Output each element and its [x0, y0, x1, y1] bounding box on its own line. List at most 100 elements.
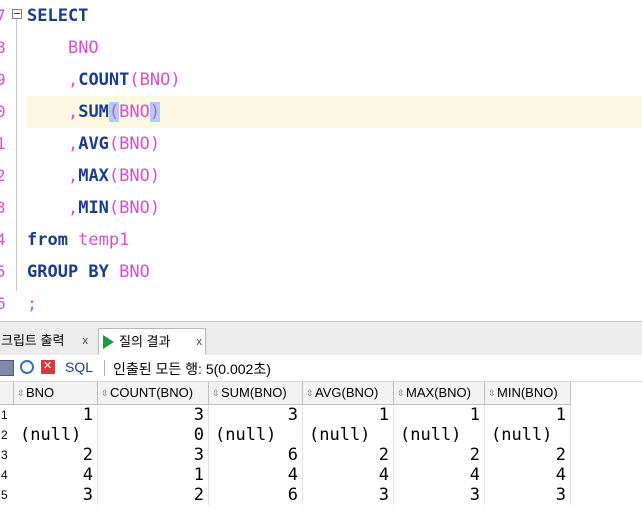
table-row[interactable]: 4414444	[0, 465, 572, 485]
table-cell[interactable]: 4	[394, 465, 485, 485]
table-cell[interactable]: 6	[209, 485, 303, 505]
tab-query-result[interactable]: 질의 결과 x	[98, 328, 206, 355]
table-cell[interactable]: (null)	[485, 425, 571, 445]
table-cell[interactable]: 3	[394, 485, 485, 505]
tab-script-output[interactable]: 크립트 출력 x	[0, 328, 91, 354]
table-cell[interactable]: 0	[98, 425, 209, 445]
column-header[interactable]: ⇳ MIN(BNO)	[485, 382, 571, 405]
sql-token: (BNO)	[108, 166, 161, 186]
sort-icon[interactable]: ⇳	[397, 382, 405, 404]
table-cell[interactable]: 4	[14, 465, 98, 485]
table-cell[interactable]: 2	[394, 445, 485, 465]
sql-token: temp1	[67, 230, 130, 250]
tab-query-result-label: 질의 결과	[119, 334, 171, 349]
table-cell[interactable]: (null)	[14, 425, 98, 445]
sql-keyword: from	[27, 230, 68, 250]
table-cell[interactable]: 1	[98, 465, 209, 485]
table-row[interactable]: 2 (null) 0 (null) (null) (null) (null)	[0, 425, 572, 445]
table-cell[interactable]: 4	[485, 465, 571, 485]
sort-icon[interactable]: ⇳	[306, 382, 314, 404]
sql-keyword: AVG	[78, 134, 109, 154]
table-cell[interactable]: 4	[209, 465, 303, 485]
table-cell[interactable]: (null)	[303, 425, 394, 445]
sort-icon[interactable]: ⇳	[101, 382, 109, 404]
cancel-icon[interactable]	[41, 359, 55, 374]
column-header-label: BNO	[26, 385, 55, 400]
column-header-label: MAX(BNO)	[406, 385, 471, 400]
sql-token: ,	[67, 134, 79, 154]
sql-token: ,	[67, 198, 79, 218]
sql-keyword: GROUP BY	[27, 262, 109, 282]
toolbar-divider	[104, 360, 105, 376]
line-number: 6	[0, 294, 6, 313]
code-line: ,SUM(BNO)	[27, 96, 161, 128]
column-header[interactable]: ⇳ SUM(BNO)	[209, 382, 303, 405]
column-header-label: AVG(BNO)	[315, 385, 379, 400]
sql-token: (BNO)	[108, 198, 161, 218]
column-header[interactable]: ⇳ COUNT(BNO)	[98, 382, 209, 405]
table-cell[interactable]: 2	[485, 445, 571, 465]
fold-toggle-icon[interactable]	[12, 9, 22, 19]
table-cell[interactable]: 3	[14, 485, 98, 505]
table-cell[interactable]: 4	[303, 465, 394, 485]
table-row[interactable]: 5326333	[0, 485, 572, 505]
row-number-header	[0, 382, 14, 405]
line-number: 1	[0, 134, 6, 153]
code-line: ,AVG(BNO)	[27, 128, 160, 160]
table-cell[interactable]: 1	[394, 405, 485, 425]
sql-button[interactable]: SQL	[65, 359, 93, 375]
line-number-gutter: 7 8 9 0 1 2 3 4 5 6	[0, 0, 9, 321]
table-cell[interactable]: 1	[485, 405, 571, 425]
line-number: 0	[0, 102, 6, 121]
print-icon[interactable]	[0, 360, 14, 376]
result-grid[interactable]: ⇳ BNO ⇳ COUNT(BNO) ⇳ SUM(BNO) ⇳ AVG(BNO) ⇳ MAX(BN…	[0, 382, 642, 520]
line-number: 2	[0, 166, 6, 185]
refresh-icon[interactable]	[20, 360, 34, 374]
play-icon	[103, 335, 114, 349]
table-cell[interactable]: 3	[303, 485, 394, 505]
sort-icon[interactable]: ⇳	[212, 382, 220, 404]
sql-keyword: SELECT	[27, 6, 89, 26]
fold-guide-line	[16, 19, 17, 291]
line-number: 9	[0, 70, 6, 89]
line-number: 4	[0, 230, 6, 249]
column-header-label: COUNT(BNO)	[110, 385, 194, 400]
table-row[interactable]: 3236222	[0, 445, 572, 465]
sql-token: BNO	[119, 102, 150, 122]
column-header-label: SUM(BNO)	[221, 385, 287, 400]
column-header[interactable]: ⇳ MAX(BNO)	[394, 382, 485, 405]
close-icon[interactable]: x	[197, 329, 203, 355]
code-line: ,MIN(BNO)	[27, 192, 160, 224]
code-line: BNO	[27, 32, 99, 64]
table-cell[interactable]: (null)	[394, 425, 485, 445]
sql-editor[interactable]: 7890123456 SELECT BNO ,COUNT(BNO) ,SUM(B…	[0, 0, 642, 321]
close-icon[interactable]: x	[83, 328, 89, 354]
table-cell[interactable]: (null)	[209, 425, 303, 445]
table-cell[interactable]: 3	[485, 485, 571, 505]
table-cell[interactable]: 3	[98, 445, 209, 465]
column-header[interactable]: ⇳ BNO	[14, 382, 98, 405]
table-cell[interactable]: 1	[14, 405, 98, 425]
table-cell[interactable]: 3	[98, 405, 209, 425]
column-header[interactable]: ⇳ AVG(BNO)	[303, 382, 394, 405]
table-cell[interactable]: 2	[98, 485, 209, 505]
table-cell[interactable]: 6	[209, 445, 303, 465]
table-cell[interactable]: 1	[303, 405, 394, 425]
row-number: 5	[1, 488, 8, 502]
matched-bracket: )	[149, 102, 161, 122]
table-cell[interactable]: 3	[209, 405, 303, 425]
sort-icon[interactable]: ⇳	[488, 382, 496, 404]
sql-token: (BNO)	[129, 70, 181, 90]
sql-token: ;	[27, 294, 38, 314]
sort-icon[interactable]: ⇳	[17, 382, 25, 404]
table-cell[interactable]: 2	[14, 445, 98, 465]
table-cell[interactable]: 2	[303, 445, 394, 465]
matched-bracket: (	[108, 102, 120, 122]
output-tab-bar: 크립트 출력 x 질의 결과 x	[0, 321, 642, 355]
table-row[interactable]: 1133111	[0, 405, 572, 425]
line-number: 8	[0, 38, 6, 57]
